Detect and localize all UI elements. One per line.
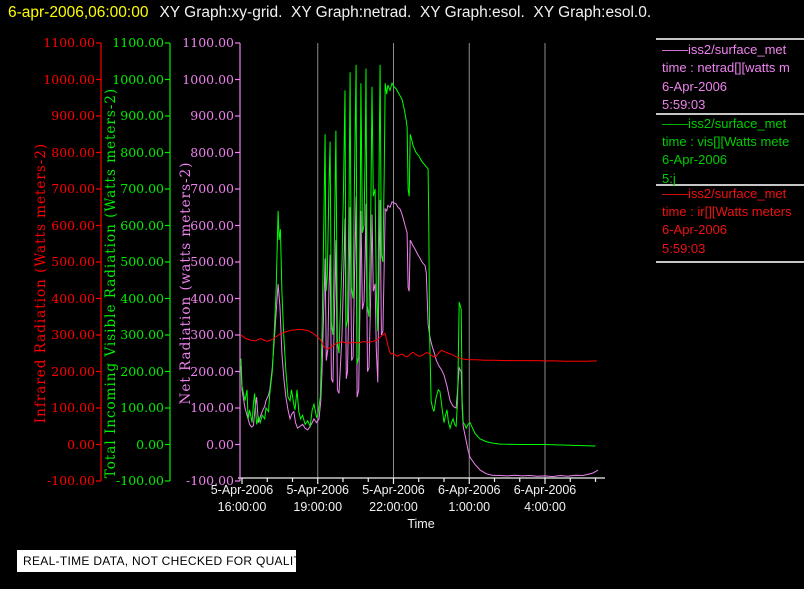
net-radiation-line <box>240 196 599 478</box>
legend-series-label: ——iss2/surface_met <box>662 185 787 201</box>
legend-date-label: 6-Apr-2006 <box>662 152 728 168</box>
legend-separator <box>656 261 804 263</box>
legend-time-label: 5:59:03 <box>662 240 706 256</box>
legend-channel-label: time : vis[][Watts mete <box>662 133 790 149</box>
legend-entry-netrad: ——iss2/surface_met time : netrad[][watts… <box>662 41 804 115</box>
x-tick-date: 6-Apr-2006 <box>513 483 577 497</box>
app-window: 6-apr-2006,06:00:00 XY Graph:xy-grid. XY … <box>0 0 804 589</box>
legend-series-label: ——iss2/surface_met <box>662 42 787 57</box>
legend-time-label: 5:59:03 <box>662 97 706 113</box>
legend-date-label: 6-Apr-2006 <box>662 78 728 94</box>
y-axis-title-infrared: Infrared Radiation (Watts meters-2) <box>33 142 49 424</box>
y-tick-label-net: 1100.00 <box>182 35 234 50</box>
y-tick-label-visible: 1100.00 <box>112 35 164 50</box>
y-tick-label-infrared: 1100.00 <box>43 35 95 50</box>
y-axis-title-visible: Total Incoming Visible Radiation (Watts … <box>103 87 119 479</box>
legend: ——iss2/surface_met time : netrad[][watts… <box>656 0 804 270</box>
legend-channel-label: time : netrad[][watts m <box>662 60 790 76</box>
x-axis-title: Time <box>407 517 435 531</box>
legend-entry-ir: ——iss2/surface_met time : ir[][Watts met… <box>662 185 804 259</box>
quality-notice: REAL-TIME DATA, NOT CHECKED FOR QUALITY <box>17 550 309 572</box>
y-axis-title-net: Net Radiation (watts meters-2) <box>178 161 194 405</box>
legend-channel-label: time : ir[][Watts meters <box>662 203 792 219</box>
infrared-radiation-line <box>240 329 597 362</box>
legend-entry-vis: ——iss2/surface_met time : vis[][Watts me… <box>662 115 804 189</box>
x-tick-label: 6-Apr-2006 4:00:00 <box>495 482 595 516</box>
legend-date-label: 6-Apr-2006 <box>662 222 728 238</box>
x-tick-time: 4:00:00 <box>524 500 566 514</box>
legend-series-label: ——iss2/surface_met <box>662 115 787 131</box>
legend-separator <box>656 38 804 40</box>
quality-notice-text: REAL-TIME DATA, NOT CHECKED FOR QUALITY <box>23 554 310 568</box>
